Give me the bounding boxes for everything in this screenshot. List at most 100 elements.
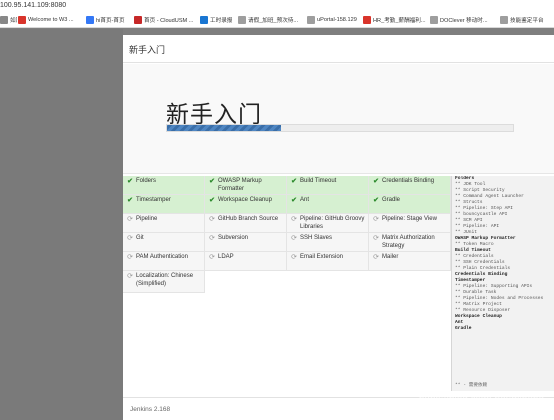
bookmark-item[interactable]: uPortal-158.129 <box>307 12 361 28</box>
bookmark-item[interactable]: 如篇 <box>0 12 17 28</box>
plugin-item: ✔ Timestamper <box>123 195 205 214</box>
plugin-item: ✔ Build Timeout <box>287 176 369 195</box>
plugin-item: ⟳ Pipeline: GitHub Groovy Libraries <box>287 214 369 233</box>
refresh-icon: ⟳ <box>209 216 215 223</box>
bookmarks-bar: 如篇 Welcome to W3 ... hi首页-首页 首页 - CloudUSM … <box>0 12 554 28</box>
plugin-name: Pipeline: Stage View <box>382 216 437 222</box>
plugin-name: Workspace Cleanup <box>218 197 272 203</box>
bookmark-item[interactable]: DOClever 移动时... <box>430 12 498 28</box>
install-log-lines: Folders ** JDK Tool ** Script Security ** C… <box>452 176 554 332</box>
plugin-item: ✔ Folders <box>123 176 205 195</box>
bookmark-item[interactable]: 技能鉴定平台 <box>500 12 554 28</box>
plugin-item: ⟳ Subversion <box>205 233 287 252</box>
bookmark-item[interactable]: 请假_加班_预次待... <box>238 12 305 28</box>
plugin-name: Ant <box>300 197 310 203</box>
plugin-name: Mailer <box>382 254 399 260</box>
plugin-name: GitHub Branch Source <box>218 216 279 222</box>
refresh-icon: ⟳ <box>291 216 297 223</box>
install-progress-bar <box>166 124 514 132</box>
checkmark-icon: ✔ <box>209 197 215 204</box>
dialog-header-title: 新手入门 <box>129 46 166 56</box>
plugin-item: ⟳ Pipeline: Stage View <box>369 214 451 233</box>
plugin-name: Folders <box>136 178 157 184</box>
plugin-name: Pipeline: GitHub Groovy Libraries <box>300 216 365 230</box>
plugin-item: ⟳ SSH Slaves <box>287 233 369 252</box>
getting-started-banner: 新手入门 <box>123 64 554 174</box>
setup-wizard-dialog: 新手入门 新手入门 ✔ Folders ✔ OWASP Markup Formatte… <box>123 35 554 420</box>
plugin-item: ✔ Gradle <box>369 195 451 214</box>
plugin-item: ⟳ PAM Authentication <box>123 252 205 271</box>
bookmark-label: 首页 - CloudUSM ... <box>144 18 194 24</box>
plugin-item: ✔ OWASP Markup Formatter <box>205 176 287 195</box>
checkmark-icon: ✔ <box>291 197 297 204</box>
plugin-name: LDAP <box>218 254 234 260</box>
refresh-icon: ⟳ <box>291 235 297 242</box>
plugin-item: ⟳ Mailer <box>369 252 451 271</box>
refresh-icon: ⟳ <box>209 254 215 261</box>
log-legend: ** - 需要依赖 <box>455 383 488 388</box>
install-log-panel[interactable]: Folders ** JDK Tool ** Script Security ** C… <box>451 176 554 391</box>
refresh-icon: ⟳ <box>291 254 297 261</box>
refresh-icon: ⟳ <box>127 235 133 242</box>
plugin-name: Build Timeout <box>300 178 337 184</box>
bookmark-item[interactable]: Welcome to W3 ... <box>18 12 84 28</box>
plugin-name: Pipeline <box>136 216 158 222</box>
w3-icon <box>18 16 26 24</box>
cloud-icon <box>134 16 142 24</box>
address-bar[interactable]: 100.95.141.109:8080 <box>0 0 554 12</box>
plugin-name: SSH Slaves <box>300 235 333 241</box>
plugin-name: PAM Authentication <box>136 254 188 260</box>
plugin-item: ⟳ Localization: Chinese (Simplified) <box>123 271 205 293</box>
plugin-name: Localization: Chinese (Simplified) <box>136 273 194 287</box>
refresh-icon: ⟳ <box>373 216 379 223</box>
page-background-overlay <box>0 29 123 420</box>
plugin-item: ⟳ Email Extension <box>287 252 369 271</box>
bookmark-item[interactable]: 工时录报 <box>200 12 236 28</box>
plugin-name: Matrix Authorization Strategy <box>382 235 435 249</box>
plugin-item: ⟳ GitHub Branch Source <box>205 214 287 233</box>
checkmark-icon: ✔ <box>127 197 133 204</box>
refresh-icon: ⟳ <box>209 235 215 242</box>
plugin-item: ✔ Workspace Cleanup <box>205 195 287 214</box>
watermark-text: https://blog.csdn.net/mjheho <box>418 394 544 405</box>
plugin-item: ⟳ Matrix Authorization Strategy <box>369 233 451 252</box>
bookmark-item[interactable]: hi首页-首页 <box>86 12 132 28</box>
checkmark-icon: ✔ <box>373 178 379 185</box>
bookmark-label: hi首页-首页 <box>96 18 125 24</box>
refresh-icon: ⟳ <box>127 216 133 223</box>
bookmark-label: 工时录报 <box>210 18 233 24</box>
page-icon <box>307 16 315 24</box>
bookmark-label: 如篇 <box>10 18 17 24</box>
bookmark-label: HR_考勤_薪酬福利... <box>373 18 426 24</box>
page-icon <box>500 16 508 24</box>
refresh-icon: ⟳ <box>373 235 379 242</box>
refresh-icon: ⟳ <box>127 254 133 261</box>
bookmark-label: uPortal-158.129 <box>317 17 357 23</box>
plugin-name: Git <box>136 235 144 241</box>
bookmark-icon <box>0 16 8 24</box>
plugin-item: ✔ Ant <box>287 195 369 214</box>
refresh-icon: ⟳ <box>127 273 133 280</box>
url-text: 100.95.141.109:8080 <box>0 2 67 9</box>
checkmark-icon: ✔ <box>209 178 215 185</box>
clock-icon <box>200 16 208 24</box>
plugin-item: ⟳ Pipeline <box>123 214 205 233</box>
bookmark-item[interactable]: HR_考勤_薪酬福利... <box>363 12 428 28</box>
hr-icon <box>363 16 371 24</box>
plugin-name: OWASP Markup Formatter <box>218 178 262 192</box>
bookmark-item[interactable]: 首页 - CloudUSM ... <box>134 12 198 28</box>
bookmark-label: Welcome to W3 ... <box>28 17 74 23</box>
doc-icon <box>430 16 438 24</box>
checkmark-icon: ✔ <box>291 178 297 185</box>
plugin-name: Email Extension <box>300 254 344 260</box>
bookmark-label: 技能鉴定平台 <box>510 18 544 24</box>
checkmark-icon: ✔ <box>373 197 379 204</box>
plugin-name: Timestamper <box>136 197 171 203</box>
plugin-item: ⟳ LDAP <box>205 252 287 271</box>
plugin-name: Credentials Binding <box>382 178 435 184</box>
checkmark-icon: ✔ <box>127 178 133 185</box>
jenkins-version: Jenkins 2.168 <box>130 406 171 413</box>
bookmark-label: 请假_加班_预次待... <box>248 18 299 24</box>
hi-icon <box>86 16 94 24</box>
plugin-item: ⟳ Git <box>123 233 205 252</box>
